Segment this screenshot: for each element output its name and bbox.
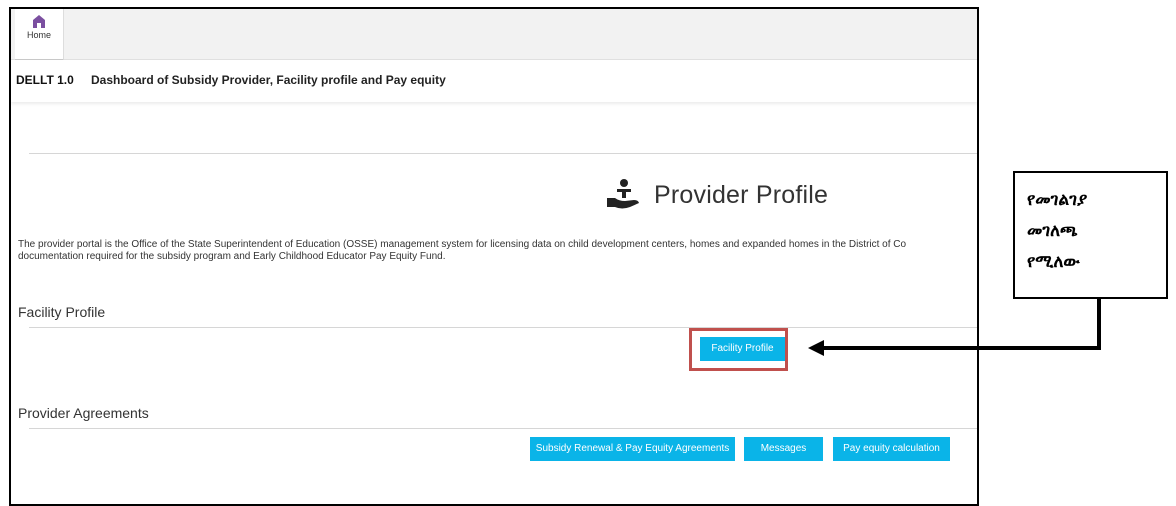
annotation-arrow [808,299,1101,356]
